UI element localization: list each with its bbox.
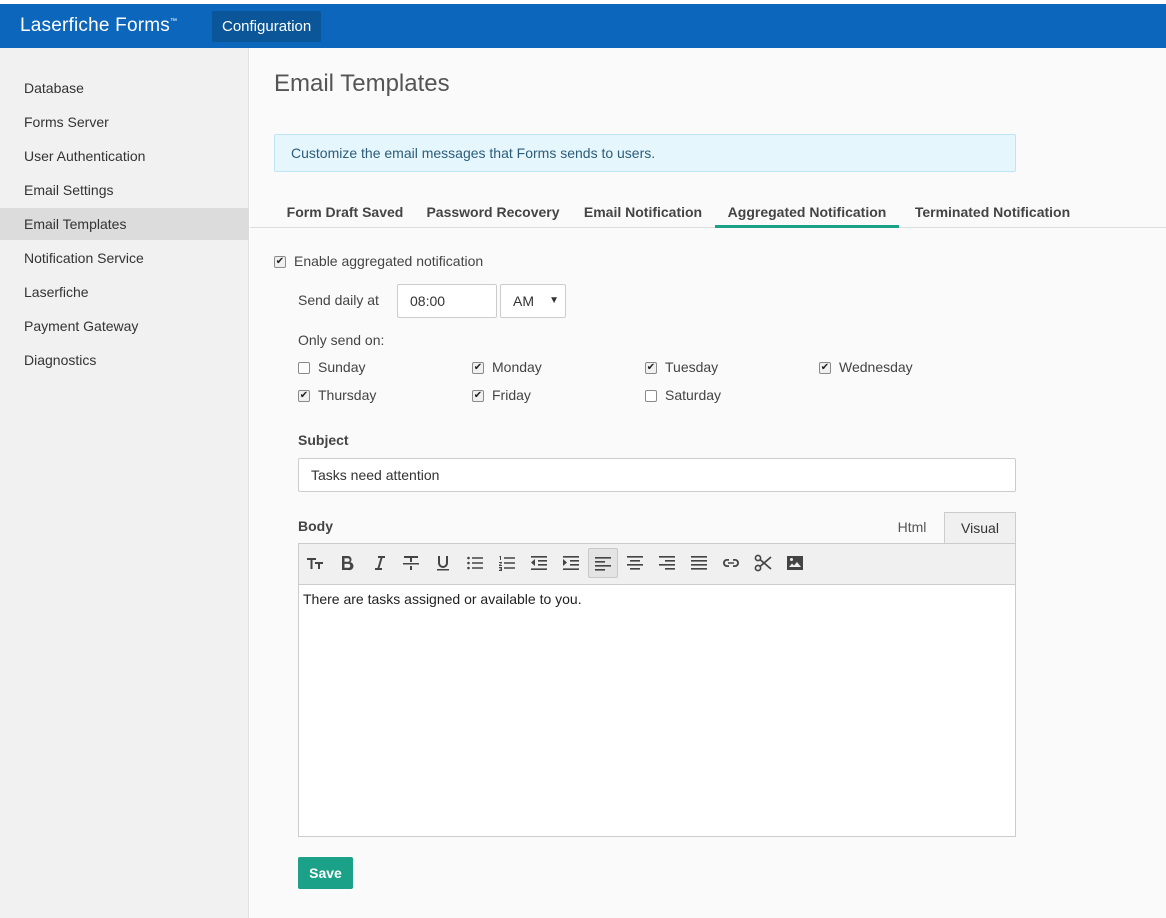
ampm-select[interactable]: AM ▼ — [500, 284, 566, 318]
sidebar-item-notification-service[interactable]: Notification Service — [0, 242, 249, 274]
main-content: Email Templates Customize the email mess… — [250, 48, 1166, 918]
tuesday-checkbox[interactable]: ✔ — [645, 362, 657, 374]
visual-mode-tab[interactable]: Visual — [944, 512, 1016, 544]
page-title: Email Templates — [274, 70, 450, 97]
enable-label: Enable aggregated notification — [294, 253, 484, 269]
brand-logo[interactable]: Laserfiche Forms™ — [20, 4, 177, 48]
image-icon[interactable] — [780, 548, 810, 578]
friday-label: Friday — [492, 387, 531, 403]
strikethrough-icon[interactable] — [396, 548, 426, 578]
monday-label: Monday — [492, 359, 542, 375]
trademark-symbol: ™ — [169, 18, 178, 25]
body-label: Body — [298, 518, 333, 534]
tab-aggregated-notification[interactable]: Aggregated Notification — [715, 200, 899, 228]
configuration-button[interactable]: Configuration — [212, 11, 322, 42]
sidebar-item-payment-gateway[interactable]: Payment Gateway — [0, 310, 249, 342]
underline-icon[interactable] — [428, 548, 458, 578]
italic-icon[interactable] — [364, 548, 394, 578]
sidebar: Database Forms Server User Authenticatio… — [0, 48, 249, 918]
saturday-checkbox[interactable] — [645, 390, 657, 402]
outdent-icon[interactable] — [524, 548, 554, 578]
save-button[interactable]: Save — [298, 857, 353, 889]
text-size-icon[interactable] — [300, 548, 330, 578]
sidebar-item-diagnostics[interactable]: Diagnostics — [0, 344, 249, 376]
subject-label: Subject — [298, 432, 349, 448]
html-mode-tab[interactable]: Html — [886, 512, 938, 544]
dropdown-arrow-icon: ▼ — [549, 295, 559, 306]
bullet-list-icon[interactable] — [460, 548, 490, 578]
sidebar-item-user-authentication[interactable]: User Authentication — [0, 140, 249, 172]
sidebar-item-email-templates[interactable]: Email Templates — [0, 208, 249, 240]
editor-toolbar — [298, 543, 1016, 585]
bold-icon[interactable] — [332, 548, 362, 578]
cut-icon[interactable] — [748, 548, 778, 578]
top-bar: Laserfiche Forms™ Configuration — [0, 4, 1166, 48]
sunday-checkbox[interactable] — [298, 362, 310, 374]
tab-email-notification[interactable]: Email Notification — [574, 200, 712, 228]
numbered-list-icon[interactable] — [492, 548, 522, 578]
thursday-label: Thursday — [318, 387, 377, 403]
body-editor[interactable]: There are tasks assigned or available to… — [298, 585, 1016, 837]
sunday-label: Sunday — [318, 359, 366, 375]
enable-checkbox[interactable]: ✔ — [274, 256, 286, 268]
brand-name: Laserfiche Forms — [20, 15, 170, 36]
body-text: There are tasks assigned or available to… — [303, 591, 582, 607]
tuesday-label: Tuesday — [665, 359, 719, 375]
saturday-label: Saturday — [665, 387, 722, 403]
sidebar-item-laserfiche[interactable]: Laserfiche — [0, 276, 249, 308]
align-center-icon[interactable] — [620, 548, 650, 578]
align-left-icon[interactable] — [588, 548, 618, 578]
subject-input[interactable]: Tasks need attention — [298, 458, 1016, 492]
wednesday-label: Wednesday — [839, 359, 913, 375]
sidebar-item-forms-server[interactable]: Forms Server — [0, 106, 249, 138]
template-tabs: Form Draft Saved Password Recovery Email… — [250, 200, 1166, 228]
align-justify-icon[interactable] — [684, 548, 714, 578]
info-message: Customize the email messages that Forms … — [274, 134, 1016, 172]
tab-terminated-notification[interactable]: Terminated Notification — [905, 200, 1080, 228]
thursday-checkbox[interactable]: ✔ — [298, 390, 310, 402]
sidebar-item-database[interactable]: Database — [0, 72, 249, 104]
ampm-value: AM — [513, 293, 534, 309]
monday-checkbox[interactable]: ✔ — [472, 362, 484, 374]
only-send-label: Only send on: — [298, 332, 385, 348]
send-daily-label: Send daily at — [298, 292, 379, 308]
tab-form-draft-saved[interactable]: Form Draft Saved — [278, 200, 412, 228]
indent-icon[interactable] — [556, 548, 586, 578]
wednesday-checkbox[interactable]: ✔ — [819, 362, 831, 374]
align-right-icon[interactable] — [652, 548, 682, 578]
time-input[interactable]: 08:00 — [397, 284, 497, 318]
tab-password-recovery[interactable]: Password Recovery — [420, 200, 566, 228]
sidebar-item-email-settings[interactable]: Email Settings — [0, 174, 249, 206]
link-icon[interactable] — [716, 548, 746, 578]
friday-checkbox[interactable]: ✔ — [472, 390, 484, 402]
